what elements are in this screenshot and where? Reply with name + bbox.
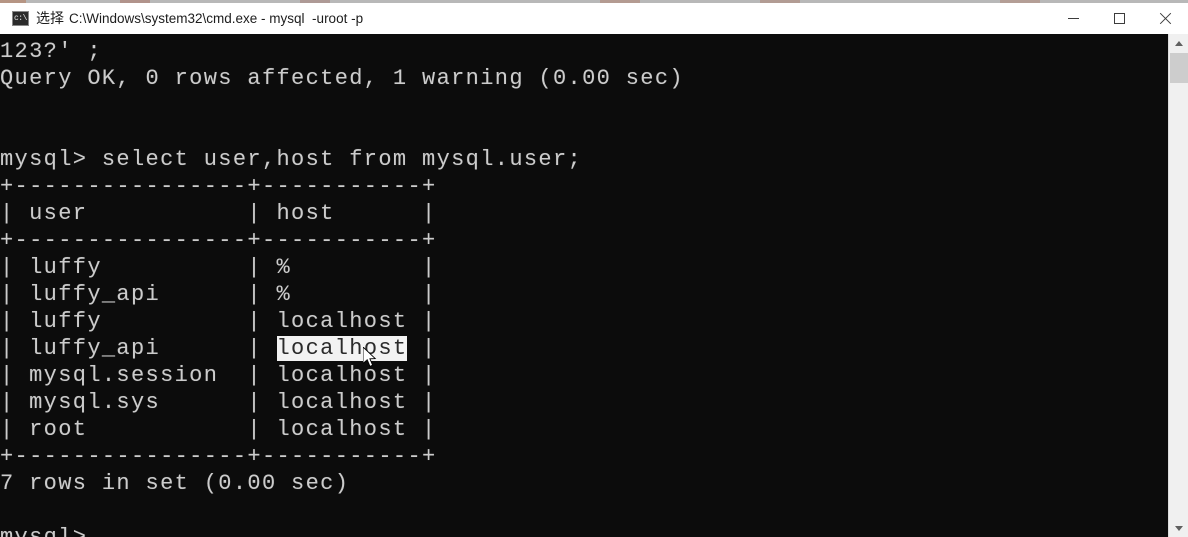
close-icon: [1159, 12, 1172, 25]
table-top-border: +----------------+-----------+: [0, 174, 437, 199]
table-row: | mysql.sys | localhost |: [0, 390, 437, 415]
cmd-exe-icon: [12, 11, 29, 26]
scroll-up-arrow-button[interactable]: [1169, 34, 1188, 52]
table-row: | mysql.session | localhost |: [0, 363, 437, 388]
terminal-output[interactable]: 123?' ; Query OK, 0 rows affected, 1 war…: [0, 34, 1168, 537]
table-header-separator: +----------------+-----------+: [0, 228, 437, 253]
title-bar-left: 选择 C:\Windows\system32\cmd.exe - mysql -…: [0, 3, 363, 34]
maximize-button[interactable]: [1096, 3, 1142, 34]
table-row: | luffy | localhost |: [0, 309, 437, 334]
terminal-line-fragment: 123?' ;: [0, 39, 102, 64]
title-select-mode-label: 选择: [36, 10, 64, 26]
terminal-line-prompt-query: mysql> select user,host from mysql.user;: [0, 147, 583, 172]
scrollbar-thumb[interactable]: [1170, 53, 1188, 83]
terminal-line-query-ok: Query OK, 0 rows affected, 1 warning (0.…: [0, 66, 684, 91]
scroll-down-arrow-icon: [1174, 525, 1183, 531]
cmd-window: 选择 C:\Windows\system32\cmd.exe - mysql -…: [0, 0, 1188, 537]
minimize-button[interactable]: [1050, 3, 1096, 34]
scroll-down-arrow-button[interactable]: [1169, 519, 1188, 537]
table-row-prefix: | luffy_api |: [0, 336, 277, 361]
scrollbar-track[interactable]: [1170, 83, 1188, 518]
scroll-up-arrow-icon: [1174, 40, 1183, 46]
terminal-line-row-count: 7 rows in set (0.00 sec): [0, 471, 350, 496]
table-row: | luffy | % |: [0, 255, 437, 280]
window-controls: [1050, 3, 1188, 34]
close-button[interactable]: [1142, 3, 1188, 34]
minimize-icon: [1067, 18, 1079, 19]
table-row: | root | localhost |: [0, 417, 437, 442]
table-header-row: | user | host |: [0, 201, 437, 226]
vertical-scrollbar[interactable]: [1168, 34, 1188, 537]
console-client-area[interactable]: 123?' ; Query OK, 0 rows affected, 1 war…: [0, 34, 1188, 537]
maximize-icon: [1113, 13, 1125, 24]
table-row-suffix: |: [407, 336, 437, 361]
selected-text-highlight[interactable]: localhost: [276, 336, 408, 361]
table-row-selected[interactable]: | luffy_api | localhost |: [0, 335, 437, 362]
table-bottom-border: +----------------+-----------+: [0, 444, 437, 469]
title-bar[interactable]: 选择 C:\Windows\system32\cmd.exe - mysql -…: [0, 3, 1188, 34]
terminal-prompt: mysql>: [0, 524, 87, 537]
table-row: | luffy_api | % |: [0, 282, 437, 307]
window-title-text: C:\Windows\system32\cmd.exe - mysql -uro…: [69, 11, 364, 26]
